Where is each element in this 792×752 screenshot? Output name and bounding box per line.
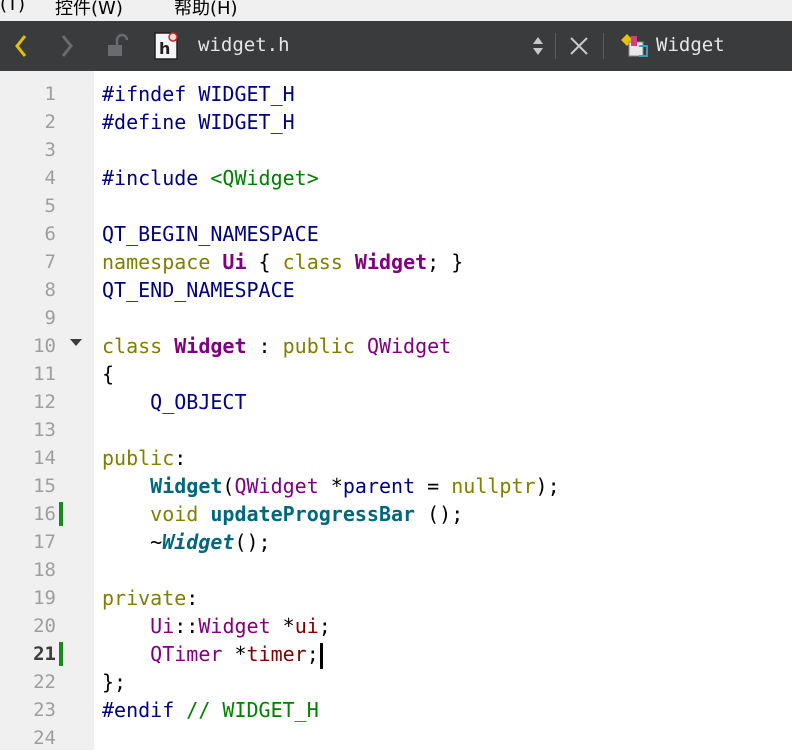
line-number: 8: [44, 279, 56, 301]
code-line: #include <QWidget>: [102, 166, 319, 190]
code-line: Q_OBJECT: [150, 390, 247, 414]
code-line: Widget(QWidget *parent = nullptr);: [150, 474, 560, 498]
line-number: 5: [44, 195, 56, 217]
code-line: #ifndef WIDGET_H: [102, 82, 295, 106]
updown-arrows-icon: [533, 37, 543, 55]
line-number: 3: [44, 139, 56, 161]
line-number: 11: [33, 363, 56, 385]
line-number: 12: [33, 391, 56, 413]
line-number: 13: [33, 419, 56, 441]
chevron-right-icon: [61, 35, 73, 57]
line-number: 4: [44, 167, 56, 189]
line-number: 1: [44, 83, 56, 105]
svg-text:h: h: [159, 39, 170, 58]
code-line: class Widget : public QWidget: [102, 334, 452, 358]
line-number: 6: [44, 223, 56, 245]
current-symbol[interactable]: Widget: [656, 34, 725, 56]
code-line: {: [102, 362, 115, 386]
back-button[interactable]: [6, 21, 36, 71]
fold-arrow-icon[interactable]: [70, 339, 82, 346]
code-line: namespace Ui { class Widget; }: [102, 250, 464, 274]
code-line-current: QTimer *timer;: [102, 640, 323, 669]
code-line: #endif // WIDGET_H: [102, 698, 319, 722]
text-cursor: [319, 642, 323, 669]
line-number-current: 21: [33, 643, 56, 665]
line-number: 23: [33, 699, 56, 721]
line-number: 7: [44, 251, 56, 273]
line-number: 17: [33, 531, 56, 553]
code-line: QT_BEGIN_NAMESPACE: [102, 222, 319, 246]
line-number: 22: [33, 671, 56, 693]
header-file-icon: h: [148, 21, 184, 71]
code-line: };: [102, 670, 127, 694]
close-icon: [570, 37, 588, 55]
file-name[interactable]: widget.h: [198, 34, 290, 56]
change-marker: [59, 642, 63, 666]
file-switcher-dropdown[interactable]: [526, 21, 550, 71]
line-number: 18: [33, 559, 56, 581]
line-number: 19: [33, 587, 56, 609]
unlock-icon: [108, 33, 129, 56]
close-document-button[interactable]: [563, 21, 595, 71]
line-number: 2: [44, 111, 56, 133]
line-number: 14: [33, 447, 56, 469]
editor-toolbar: h widget.h Widget: [0, 21, 792, 71]
code-line: void updateProgressBar ();: [150, 502, 464, 526]
line-number: 24: [33, 727, 56, 749]
line-number-gutter[interactable]: 1 2 3 4 5 6 7 8 9 10 11 12 13 14 15 16 1…: [0, 71, 94, 750]
code-line: public:: [102, 446, 187, 470]
line-number: 20: [33, 615, 56, 637]
line-number: 15: [33, 475, 56, 497]
class-symbol-icon: [614, 21, 654, 71]
menu-item-widgets[interactable]: 控件(W): [55, 0, 123, 20]
menu-item-tools[interactable]: (T): [0, 0, 25, 15]
line-number: 9: [44, 307, 56, 329]
menubar: (T) 控件(W) 帮助(H): [0, 0, 792, 21]
code-line: #define WIDGET_H: [102, 110, 295, 134]
code-line: ~Widget();: [102, 530, 271, 554]
menu-item-help[interactable]: 帮助(H): [174, 0, 238, 20]
change-marker: [59, 502, 63, 526]
toolbar-divider: [603, 33, 604, 59]
code-line: Ui::Widget *ui;: [150, 614, 331, 638]
code-line: QT_END_NAMESPACE: [102, 278, 295, 302]
toolbar-divider: [555, 33, 556, 59]
code-line: private:: [102, 586, 199, 610]
file-lock-button[interactable]: [100, 21, 134, 71]
forward-button[interactable]: [52, 21, 82, 71]
line-number: 10: [33, 335, 56, 357]
line-number: 16: [33, 503, 56, 525]
chevron-left-icon: [15, 35, 27, 57]
